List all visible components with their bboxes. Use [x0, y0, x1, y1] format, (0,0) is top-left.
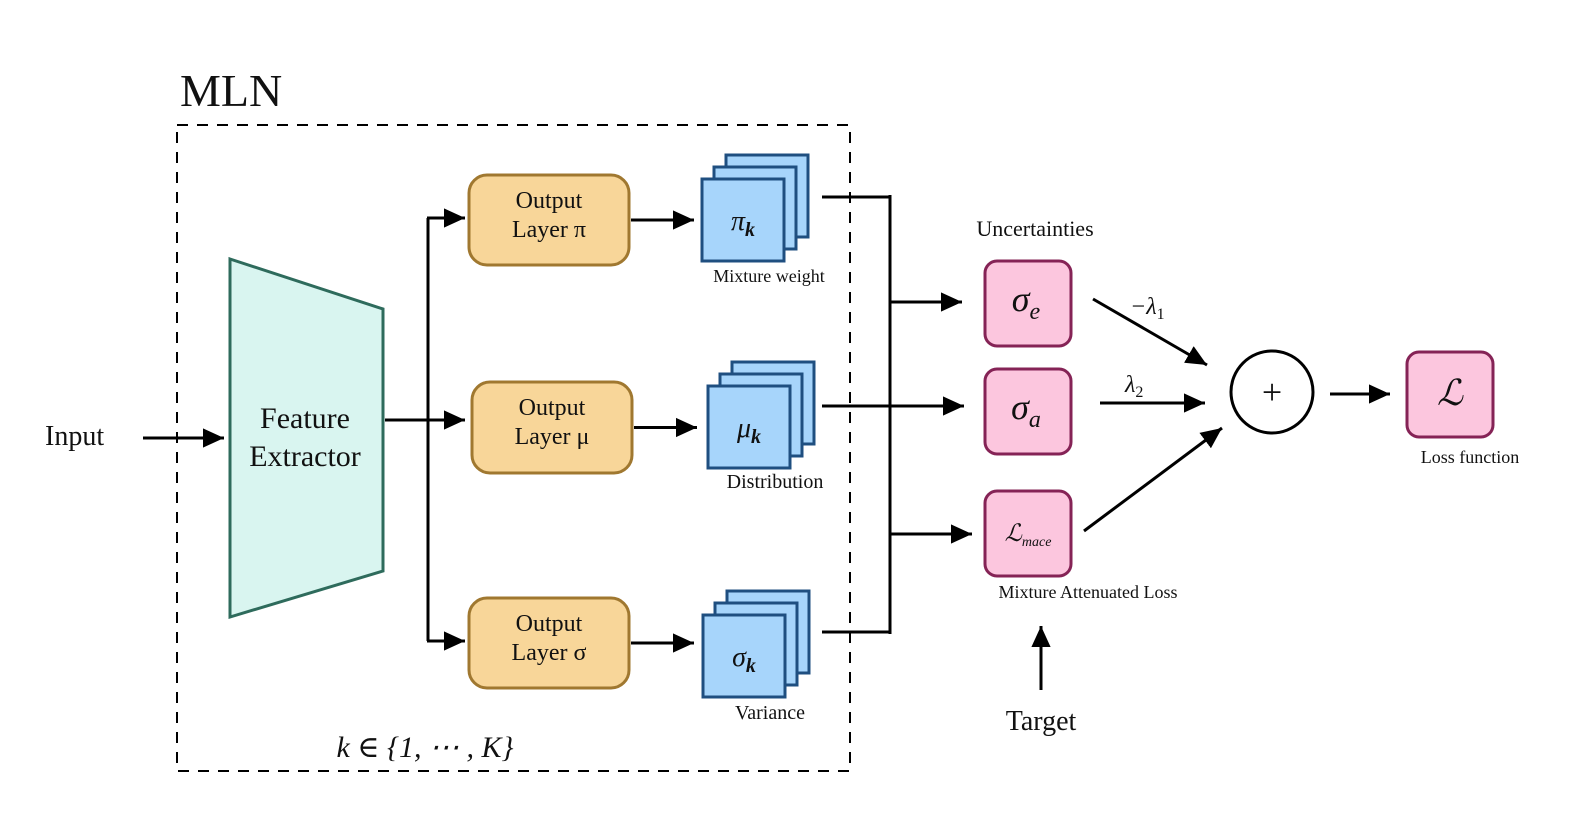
stack-pi-caption: Mixture weight: [713, 266, 824, 286]
collector-connector: [822, 195, 972, 634]
loss-caption: Loss function: [1421, 447, 1520, 467]
plus-icon: +: [1262, 372, 1282, 412]
stack-mu-caption: Distribution: [727, 471, 824, 493]
stack-sigma: σkVariance: [701, 589, 811, 724]
sigma-e-box: σe: [983, 259, 1073, 348]
output-layer-mu: Output Layer μ: [470, 380, 634, 475]
feature-extractor: Feature Extractor: [228, 256, 385, 620]
output-layer-pi-line1: Output: [516, 188, 583, 214]
loss-box: ℒ: [1405, 350, 1495, 439]
feature-extractor-label-line2: Extractor: [249, 440, 361, 473]
l-mace-box-shape: [983, 489, 1073, 578]
output-layer-mu-line2: Layer μ: [515, 424, 590, 450]
output-layer-sigma: Output Layer σ: [467, 596, 631, 690]
feature-extractor-shape: [228, 256, 385, 620]
stack-sigma-caption: Variance: [735, 702, 805, 724]
output-layer-pi: Output Layer π: [467, 173, 631, 267]
mln-title: MLN: [180, 65, 282, 116]
output-layer-pi-line2: Layer π: [512, 217, 586, 243]
input-label: Input: [45, 421, 104, 452]
stack-mu: μkDistribution: [706, 360, 824, 493]
fanout-connector: [385, 208, 465, 651]
weight-lambda1: −λ1: [1130, 294, 1165, 323]
l-mace-box: ℒmace: [983, 489, 1073, 578]
mln-diagram: MLN k ∈ {1, ⋯ , K} Input Feature Extract…: [45, 65, 1520, 772]
k-range-caption: k ∈ {1, ⋯ , K}: [336, 731, 513, 764]
sum-node: +: [1229, 349, 1315, 435]
weight-lambda2: λ2: [1124, 372, 1143, 401]
uncertainties-heading: Uncertainties: [976, 216, 1093, 241]
loss-symbol: ℒ: [1437, 373, 1464, 413]
arrow-l-mace-to-sum: [1083, 426, 1223, 533]
output-layer-sigma-line1: Output: [516, 611, 583, 637]
sigma-a-box: σa: [983, 367, 1073, 456]
stack-pi: πkMixture weight: [700, 153, 825, 286]
feature-extractor-label-line1: Feature: [260, 402, 350, 435]
l-mace-caption: Mixture Attenuated Loss: [999, 582, 1178, 602]
target-label: Target: [1006, 706, 1077, 737]
output-layer-sigma-line2: Layer σ: [512, 640, 587, 666]
output-layer-mu-line1: Output: [519, 395, 586, 421]
